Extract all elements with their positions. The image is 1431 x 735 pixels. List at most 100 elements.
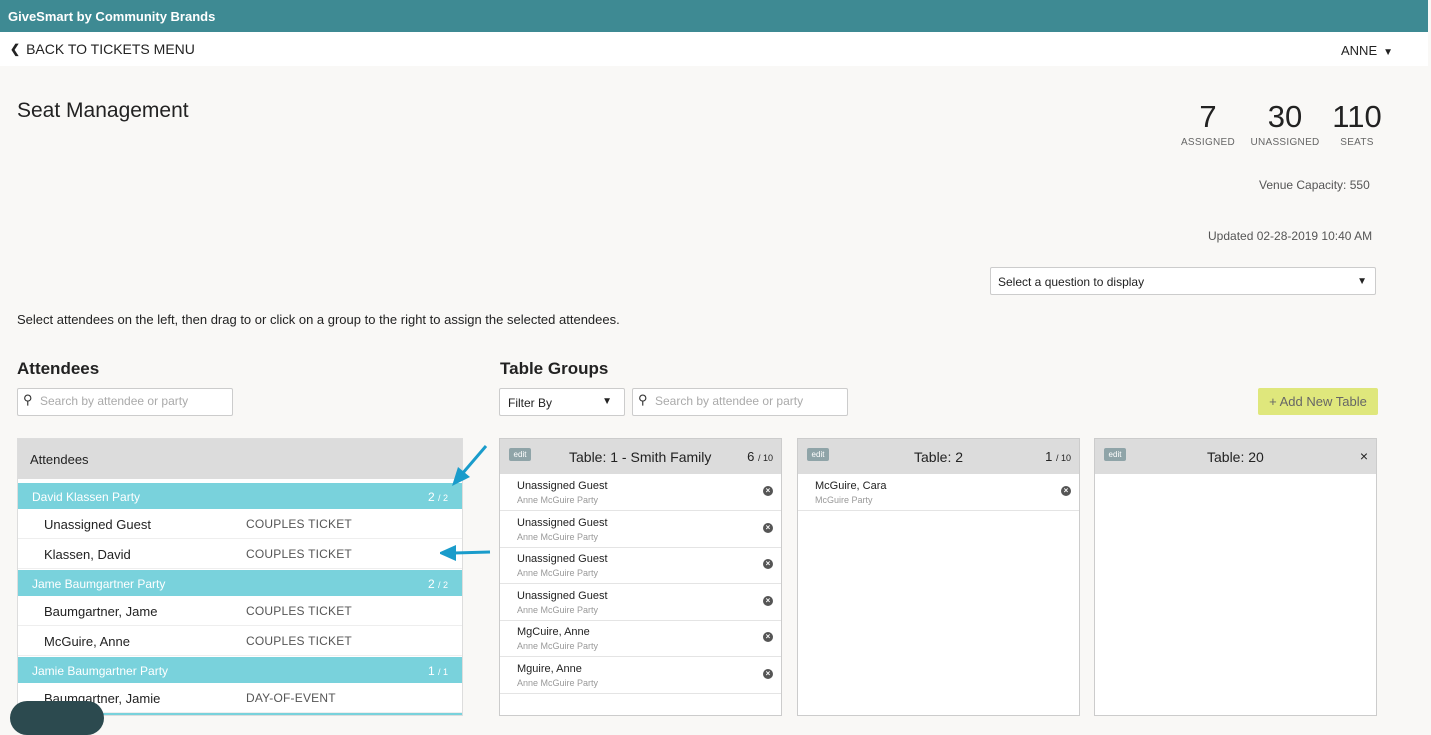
add-new-table-button[interactable]: + Add New Table [1258,388,1378,415]
table-search-input[interactable] [653,393,842,409]
guest-name: Unassigned Guest [517,480,608,492]
question-select-value: Select a question to display [998,275,1145,289]
user-menu[interactable]: ANNE ▼ [1341,43,1393,58]
attendee-search-input[interactable] [38,393,227,409]
filter-by-select[interactable]: Filter By ▼ [499,388,625,416]
attendees-panel-title: Attendees [30,452,89,467]
attendees-panel: Attendees David Klassen Party 2 / 2 Unas… [17,438,463,716]
guest-name: Unassigned Guest [517,590,608,602]
remove-guest-icon[interactable]: × [763,559,773,569]
seated-guest[interactable]: MgCuire, Anne Anne McGuire Party × [500,620,781,657]
stat-value: 30 [1267,99,1303,134]
seated-guest[interactable]: Unassigned Guest Anne McGuire Party × [500,584,781,621]
seated-guest[interactable]: Unassigned Guest Anne McGuire Party × [500,474,781,511]
help-widget[interactable] [10,701,104,735]
ticket-type: COUPLES TICKET [246,517,352,531]
question-select[interactable]: Select a question to display ▼ [990,267,1376,295]
page-title: Seat Management [17,99,189,122]
remove-guest-icon[interactable]: × [763,669,773,679]
table-card[interactable]: edit Table: 1 - Smith Family 6 / 10 Unas… [499,438,782,716]
caret-down-icon: ▼ [1383,47,1394,58]
attendee-name: Baumgartner, Jame [44,604,158,619]
party-name: David Klassen Party [32,490,141,504]
nav-bar [0,32,1428,66]
guest-name: Unassigned Guest [517,553,608,565]
guest-party: Anne McGuire Party [517,678,599,688]
stat-unassigned: 30 UNASSIGNED [1247,99,1323,149]
venue-capacity: Venue Capacity: 550 [1259,178,1370,192]
attendee-row[interactable]: Unassigned Guest COUPLES TICKET [18,509,462,539]
stat-seats: 110 SEATS [1331,99,1383,149]
table-card[interactable]: edit Table: 2 1 / 10 McGuire, Cara McGui… [797,438,1080,716]
attendee-row[interactable]: McGuire, Anne COUPLES TICKET [18,626,462,656]
arrow-annotation-icon [452,445,488,486]
attendee-name: McGuire, Anne [44,634,130,649]
close-table-icon[interactable]: × [1360,448,1368,464]
party-name: Jamie Baumgartner Party [32,664,169,678]
guest-party: Anne McGuire Party [517,495,599,505]
updated-timestamp: Updated 02-28-2019 10:40 AM [1208,229,1373,243]
app-header-bar: GiveSmart by Community Brands [0,0,1428,32]
guest-party: McGuire Party [815,495,873,505]
table-groups-heading: Table Groups [500,359,609,378]
attendee-row[interactable]: Klassen, David COUPLES TICKET [18,539,462,569]
search-icon: ⚲ [23,392,33,407]
guest-party: Anne McGuire Party [517,532,599,542]
guest-party: Anne McGuire Party [517,641,599,651]
table-name: Table: 20 [1207,449,1264,465]
party-count: 1 / 1 [427,664,448,678]
ticket-type: COUPLES TICKET [246,634,352,648]
remove-guest-icon[interactable]: × [763,486,773,496]
guest-party: Anne McGuire Party [517,568,599,578]
app-title: GiveSmart by Community Brands [8,9,216,24]
guest-name: Unassigned Guest [517,517,608,529]
remove-guest-icon[interactable]: × [763,596,773,606]
arrow-annotation-icon [440,545,491,561]
annotation-arrows [440,445,491,561]
stat-value: 110 [1332,99,1382,134]
party-row[interactable]: David Klassen Party 2 / 2 [18,483,462,509]
seated-guest[interactable]: McGuire, Cara McGuire Party × [798,474,1079,511]
stat-label: ASSIGNED [1180,137,1236,148]
guest-name: McGuire, Cara [815,480,887,492]
user-name: ANNE [1341,43,1378,58]
remove-guest-icon[interactable]: × [1061,486,1071,496]
table-name: Table: 1 - Smith Family [569,449,712,465]
table-card[interactable]: edit Table: 20 × [1094,438,1377,716]
table-count: 1 / 10 [1045,449,1071,464]
ticket-type: COUPLES TICKET [246,604,352,618]
back-to-tickets-link[interactable]: ❮ BACK TO TICKETS MENU [10,41,195,57]
guest-name: MgCuire, Anne [517,626,590,638]
stat-label: UNASSIGNED [1250,137,1320,148]
table-count: 6 / 10 [747,449,773,464]
search-icon: ⚲ [638,392,648,407]
edit-table-button[interactable]: edit [509,448,531,461]
remove-guest-icon[interactable]: × [763,523,773,533]
seated-guest[interactable]: Unassigned Guest Anne McGuire Party × [500,511,781,548]
guest-name: Mguire, Anne [517,663,582,675]
attendee-name: Unassigned Guest [44,517,151,532]
seated-guest[interactable]: Mguire, Anne Anne McGuire Party × [500,657,781,694]
table-card-header: edit Table: 2 1 / 10 [798,439,1079,474]
back-label: BACK TO TICKETS MENU [26,41,195,57]
party-row[interactable]: Jamie Baumgartner Party 1 / 1 [18,657,462,683]
attendee-row[interactable]: Baumgartner, Jame COUPLES TICKET [18,596,462,626]
chevron-left-icon: ❮ [10,42,21,56]
table-search[interactable]: ⚲ [632,388,848,416]
table-card-header: edit Table: 20 × [1095,439,1376,474]
edit-table-button[interactable]: edit [807,448,829,461]
party-count: 2 / 2 [427,577,448,591]
attendees-panel-header: Attendees [18,439,462,479]
stat-value: 7 [1199,99,1217,134]
party-row[interactable]: Jame Baumgartner Party 2 / 2 [18,570,462,596]
seated-guest[interactable]: Unassigned Guest Anne McGuire Party × [500,547,781,584]
remove-guest-icon[interactable]: × [763,632,773,642]
attendee-search[interactable]: ⚲ [17,388,233,416]
attendees-heading: Attendees [17,359,100,378]
filter-by-label: Filter By [508,396,553,410]
ticket-type: COUPLES TICKET [246,547,352,561]
caret-down-icon: ▼ [602,396,612,407]
caret-down-icon: ▼ [1357,276,1367,287]
stat-label: SEATS [1340,137,1374,148]
edit-table-button[interactable]: edit [1104,448,1126,461]
